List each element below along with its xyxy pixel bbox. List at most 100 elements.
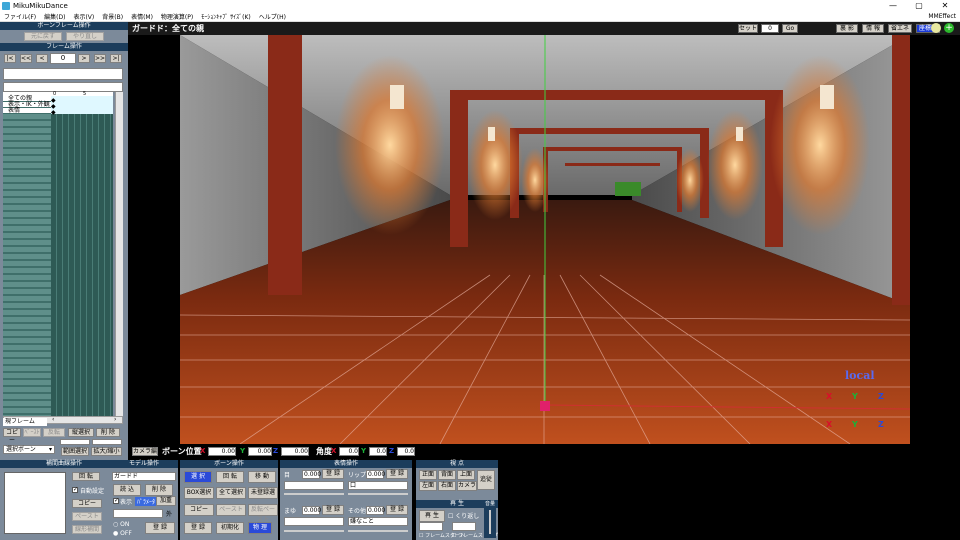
range-to-input[interactable]	[92, 439, 122, 445]
timeline-scrollbar[interactable]	[115, 92, 123, 416]
last-frame-button[interactable]: >|	[110, 54, 122, 63]
angle-y-input[interactable]: 0.0	[369, 447, 387, 456]
keyframe-diamond[interactable]: ◆	[51, 109, 56, 116]
physics-toggle[interactable]: 物 理	[248, 522, 272, 534]
range-from-input[interactable]	[60, 439, 90, 445]
right-view-button[interactable]: 右面	[438, 481, 456, 491]
first-frame-button[interactable]: |<	[4, 54, 16, 63]
menu-expression[interactable]: 表情(M)	[127, 12, 157, 21]
camera-view-button[interactable]: カメラ	[457, 481, 477, 491]
box-select-button[interactable]: BOX選択	[184, 487, 214, 499]
pos-z-input[interactable]: 0.00	[281, 447, 309, 456]
vertical-select-button[interactable]: 縦選択	[68, 428, 94, 437]
next-frame-button[interactable]: >	[78, 54, 90, 63]
redo-button[interactable]: やり直し	[66, 32, 104, 41]
interp-rotate-select[interactable]: 回 転	[72, 472, 100, 481]
eye-value[interactable]: 0.000	[302, 470, 321, 479]
scroll-right-icon[interactable]: ›	[114, 416, 116, 423]
volume-slider[interactable]	[489, 510, 491, 534]
lip-slider[interactable]	[348, 493, 408, 495]
on-radio[interactable]: ○ ON	[113, 521, 129, 528]
copy-frame-button[interactable]: コピー	[3, 428, 21, 444]
zoom-button[interactable]: 拡大/縮小	[91, 447, 122, 456]
brow-register-button[interactable]: 登 録	[322, 505, 344, 515]
auto-set-checkbox[interactable]: ✓	[72, 487, 78, 493]
rotate-z-icon[interactable]: Z	[878, 392, 884, 401]
delete-frame-button[interactable]: 削 除	[96, 428, 120, 437]
menu-file[interactable]: ファイル(F)	[0, 12, 40, 21]
minimize-button[interactable]: —	[880, 0, 906, 11]
weight-button[interactable]: 加重	[156, 496, 176, 506]
eye-slider[interactable]	[284, 493, 344, 495]
play-button[interactable]: 再 生	[419, 510, 445, 522]
linear-interp-button[interactable]: 線形補間	[72, 525, 102, 534]
bone-paste-button[interactable]: ペースト	[216, 504, 246, 516]
model-name-field[interactable]	[3, 68, 123, 80]
reverse-paste-button[interactable]: 反転ペースト	[248, 504, 278, 523]
select-bone-dropdown[interactable]: 選択ボーン ▾	[3, 445, 55, 454]
outside-parent-dropdown[interactable]	[113, 509, 163, 518]
off-radio[interactable]: ● OFF	[113, 530, 132, 537]
bone-register-button[interactable]: 登 録	[184, 522, 212, 534]
front-view-button[interactable]: 正面	[419, 470, 437, 480]
select-all-button[interactable]: 全て選択	[216, 487, 246, 499]
timeline-bone-list[interactable]: 全ての親 表示・IK・外観 表情	[3, 92, 51, 420]
shadow-button[interactable]: 裏 影	[836, 24, 858, 33]
move-x-icon[interactable]: X	[826, 420, 832, 429]
timeline-grid[interactable]: 0 5 ◆ ◆ ◆	[51, 92, 113, 416]
eco-button[interactable]: 省エネ	[888, 24, 912, 33]
reverse-frame-button[interactable]: 反転	[43, 428, 65, 437]
load-model-button[interactable]: 読 込	[113, 484, 141, 496]
range-select-button[interactable]: 範囲選択	[61, 447, 89, 456]
bone-init-button[interactable]: 初期化	[216, 522, 244, 534]
interp-copy-button[interactable]: コピー	[72, 499, 102, 508]
start-frame-input[interactable]	[419, 522, 443, 531]
paste-frame-button[interactable]: ﾍﾟｰｽﾄ	[23, 428, 41, 437]
interp-paste-button[interactable]: ペースト	[72, 512, 102, 521]
param-toggle[interactable]: ﾊﾟﾗﾒｰﾀ	[135, 497, 158, 506]
prev-key-button[interactable]: <<	[20, 54, 32, 63]
bone-move-button[interactable]: 移 動	[248, 471, 276, 483]
angle-x-input[interactable]: 0.0	[339, 447, 359, 456]
eye-register-button[interactable]: 登 録	[322, 469, 344, 479]
brow-value[interactable]: 0.000	[302, 506, 321, 515]
pos-y-input[interactable]: 0.00	[248, 447, 272, 456]
left-view-button[interactable]: 左面	[419, 481, 437, 491]
rotate-x-icon[interactable]: X	[826, 392, 832, 401]
menu-motion-capture[interactable]: ﾓｰｼｮﾝｷｬﾌﾟ ｻｲｽﾞ(K)	[197, 12, 255, 21]
go-button[interactable]: Go	[782, 24, 798, 33]
interp-curve-canvas[interactable]	[4, 472, 66, 534]
move-y-icon[interactable]: Y	[852, 420, 858, 429]
undo-button[interactable]: 元に戻す	[24, 32, 62, 41]
pos-x-input[interactable]: 0.00	[208, 447, 236, 456]
bone-rotate-button[interactable]: 回 転	[216, 471, 244, 483]
bone-copy-button[interactable]: コピー	[184, 504, 214, 516]
info-button[interactable]: 情 報	[862, 24, 884, 33]
rotate-y-icon[interactable]: Y	[852, 392, 858, 401]
menu-physics[interactable]: 物理演算(P)	[157, 12, 197, 21]
repeat-checkbox[interactable]: ☐ くり返し	[448, 511, 479, 520]
menu-background[interactable]: 背景(B)	[98, 12, 127, 21]
stop-frame-input[interactable]	[452, 522, 476, 531]
unregistered-select-button[interactable]: 未登録選	[248, 487, 278, 499]
top-view-button[interactable]: 上面	[457, 470, 475, 480]
menu-mmeffect[interactable]: MMEffect	[928, 13, 956, 20]
menu-edit[interactable]: 編集(D)	[40, 12, 69, 21]
other-value[interactable]: 0.000	[366, 506, 385, 515]
bone-name-field[interactable]	[3, 82, 123, 92]
next-key-button[interactable]: >>	[94, 54, 106, 63]
move-z-icon[interactable]: Z	[878, 420, 884, 429]
scene-render[interactable]	[180, 35, 910, 444]
light-icon[interactable]	[931, 23, 941, 33]
track-button[interactable]: 追従	[477, 470, 495, 490]
bone-select-button[interactable]: 選 択	[184, 471, 212, 483]
display-checkbox[interactable]: ✓	[113, 498, 119, 504]
menu-help[interactable]: ヘルプ(H)	[255, 12, 290, 21]
eye-dropdown[interactable]	[284, 481, 344, 490]
lip-value[interactable]: 0.000	[366, 470, 385, 479]
brow-dropdown[interactable]	[284, 517, 344, 526]
lip-dropdown[interactable]: 口	[348, 481, 408, 490]
brow-slider[interactable]	[284, 530, 344, 532]
delete-model-button[interactable]: 削 除	[145, 484, 173, 496]
angle-z-input[interactable]: 0.0	[397, 447, 415, 456]
